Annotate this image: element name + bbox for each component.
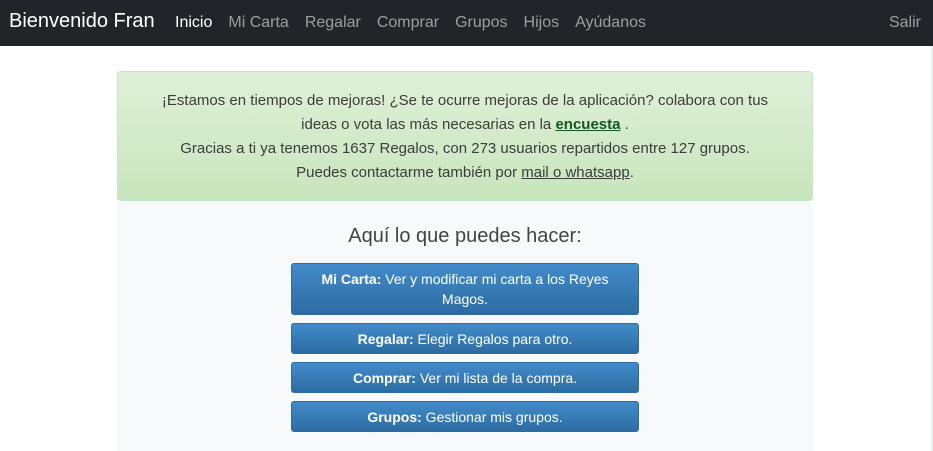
- regalar-button-label: Regalar:: [357, 330, 414, 347]
- alert-line-4-end: .: [629, 164, 634, 181]
- actions-panel: Aquí lo que puedes hacer: Mi Carta: Ver …: [117, 201, 813, 451]
- whatsapp-link[interactable]: whatsapp: [561, 164, 629, 181]
- nav-item-inicio[interactable]: Inicio: [175, 13, 212, 33]
- grupos-button-text: Grupos: Gestionar mis grupos.: [367, 407, 562, 427]
- regalar-button-text: Regalar: Elegir Regalos para otro.: [358, 329, 573, 349]
- nav-item-hijos[interactable]: Hijos: [524, 13, 560, 33]
- regalar-button-desc: Elegir Regalos para otro.: [413, 330, 573, 347]
- mi-carta-button[interactable]: Mi Carta: Ver y modificar mi carta a los…: [291, 263, 639, 315]
- mi-carta-button-text: Mi Carta: Ver y modificar mi carta a los…: [316, 269, 614, 309]
- navbar-brand[interactable]: Bienvenido Fran: [9, 8, 155, 34]
- actions-title: Aquí lo que puedes hacer:: [348, 225, 582, 247]
- mail-link[interactable]: mail: [521, 164, 549, 181]
- logout-link[interactable]: Salir: [889, 0, 921, 46]
- nav-item-regalar[interactable]: Regalar: [305, 13, 361, 33]
- alert-line-2: ideas o vota las más necesarias en la en…: [118, 113, 812, 137]
- alert-line-1: ¡Estamos en tiempos de mejoras! ¿Se te o…: [161, 92, 769, 109]
- mi-carta-button-label: Mi Carta:: [321, 271, 382, 287]
- alert-line-4: Puedes contactarme también por mail o wh…: [118, 161, 812, 185]
- nav-item-ayudanos[interactable]: Ayúdanos: [575, 13, 646, 33]
- alert-line-2-end: .: [620, 116, 629, 133]
- nav-links: Inicio Mi Carta Regalar Comprar Grupos H…: [175, 0, 662, 46]
- comprar-button-label: Comprar:: [352, 369, 416, 386]
- info-alert: ¡Estamos en tiempos de mejoras! ¿Se te o…: [117, 71, 813, 201]
- top-navbar: Bienvenido Fran Inicio Mi Carta Regalar …: [0, 0, 933, 46]
- comprar-button-desc: Ver mi lista de la compra.: [415, 369, 578, 386]
- grupos-button-label: Grupos:: [367, 408, 422, 425]
- alert-line-4-text: Puedes contactarme también por: [296, 164, 522, 181]
- alert-line-3: Gracias a ti ya tenemos 1637 Regalos, co…: [180, 140, 750, 157]
- grupos-button-desc: Gestionar mis grupos.: [421, 408, 563, 425]
- comprar-button[interactable]: Comprar: Ver mi lista de la compra.: [291, 362, 639, 393]
- nav-item-mi-carta[interactable]: Mi Carta: [228, 13, 288, 33]
- survey-link[interactable]: encuesta: [555, 116, 620, 133]
- grupos-button[interactable]: Grupos: Gestionar mis grupos.: [291, 401, 639, 432]
- mi-carta-button-desc: Ver y modificar mi carta a los Reyes Mag…: [381, 271, 609, 307]
- comprar-button-text: Comprar: Ver mi lista de la compra.: [353, 368, 577, 388]
- nav-item-comprar[interactable]: Comprar: [377, 13, 439, 33]
- regalar-button[interactable]: Regalar: Elegir Regalos para otro.: [291, 323, 639, 354]
- alert-line-2-text: ideas o vota las más necesarias en la: [301, 116, 556, 133]
- nav-item-grupos[interactable]: Grupos: [455, 13, 507, 33]
- or-text: o: [548, 164, 562, 181]
